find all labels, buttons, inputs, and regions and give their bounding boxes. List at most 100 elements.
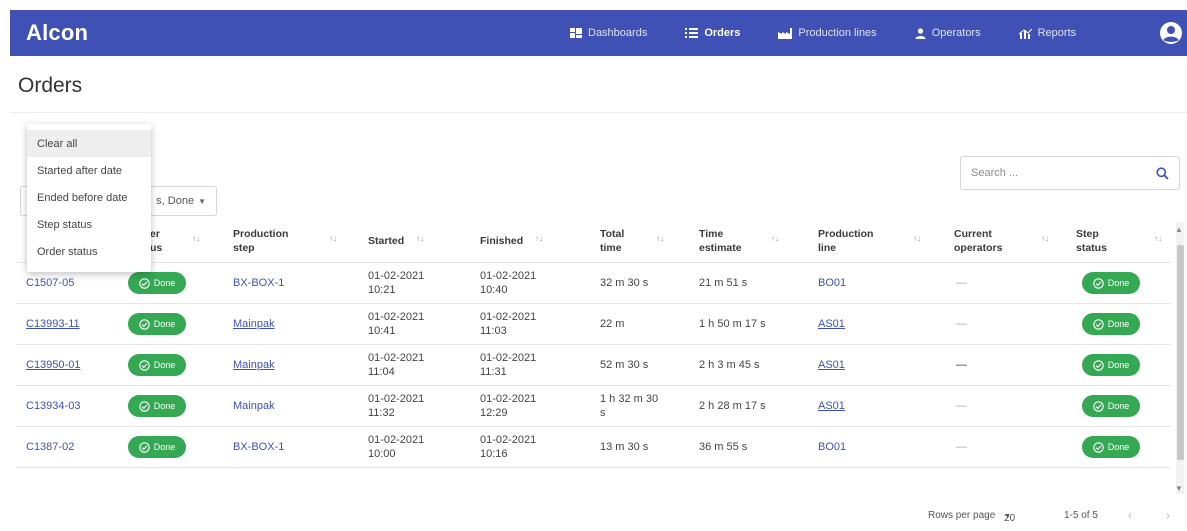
status-badge: Done xyxy=(128,354,186,376)
menu-item-started-after-date[interactable]: Started after date xyxy=(27,157,151,184)
chevron-down-icon: ▼ xyxy=(1004,513,1011,520)
check-circle-icon xyxy=(1092,441,1104,453)
scroll-up-icon[interactable]: ▲ xyxy=(1175,225,1183,234)
finished-cell: 01-02-2021 12:29 xyxy=(480,393,537,419)
main-nav: Dashboards Orders Production lines Opera… xyxy=(570,10,1114,56)
time-estimate-cell: 21 m 51 s xyxy=(699,277,748,289)
order-status-cell: Done xyxy=(128,304,186,344)
status-badge: Done xyxy=(1082,354,1140,376)
menu-item-order-status[interactable]: Order status xyxy=(27,238,151,265)
production-step-link[interactable]: BX-BOX-1 xyxy=(233,263,284,303)
total-time-cell: 32 m 30 s xyxy=(600,277,649,289)
total-time-cell: 22 m xyxy=(600,318,625,330)
col-order-status[interactable]: er us xyxy=(150,220,210,262)
order-number-link[interactable]: C1387-02 xyxy=(26,427,74,467)
pagination-range: 1-5 of 5 xyxy=(1064,510,1098,521)
sort-icon[interactable]: ↑↓ xyxy=(535,234,543,243)
chevron-down-icon: ▼ xyxy=(198,196,206,206)
status-badge-label: Done xyxy=(153,442,176,452)
factory-icon xyxy=(778,27,793,39)
sort-icon[interactable]: ↑↓ xyxy=(416,234,424,243)
nav-reports[interactable]: Reports xyxy=(1018,27,1076,39)
current-operators-cell: — xyxy=(956,318,967,330)
sort-icon[interactable]: ↑↓ xyxy=(329,234,337,243)
sort-icon[interactable]: ↑↓ xyxy=(771,234,779,243)
production-line-link[interactable]: BO01 xyxy=(818,263,846,303)
order-number-link[interactable]: C13950-01 xyxy=(26,345,80,385)
sort-icon[interactable]: ↑↓ xyxy=(913,234,921,243)
current-operators-cell: — xyxy=(956,359,967,371)
menu-item-step-status[interactable]: Step status xyxy=(27,211,151,238)
search-box[interactable] xyxy=(960,156,1180,190)
table-row[interactable]: C13950-01 Done Mainpak 01-02-2021 11:04 … xyxy=(16,345,1171,386)
time-estimate-cell: 2 h 28 m 17 s xyxy=(699,400,766,412)
finished-cell: 01-02-2021 10:40 xyxy=(480,270,537,296)
app-logo[interactable]: Alcon xyxy=(26,20,88,46)
col-production-line[interactable]: Production line xyxy=(818,220,898,262)
check-circle-icon xyxy=(1092,318,1104,330)
production-step-link[interactable]: Mainpak xyxy=(233,304,275,344)
nav-dashboards[interactable]: Dashboards xyxy=(570,27,647,39)
order-number-link[interactable]: C13993-11 xyxy=(26,304,80,344)
orders-table: er us ↑↓ Production step ↑↓ Started ↑↓ F… xyxy=(16,220,1171,468)
nav-orders-label: Orders xyxy=(704,27,741,39)
menu-item-clear-all[interactable]: Clear all xyxy=(27,130,151,157)
production-line-link[interactable]: AS01 xyxy=(818,345,845,385)
table-scrollbar-thumb[interactable] xyxy=(1177,245,1184,460)
production-line-link[interactable]: AS01 xyxy=(818,386,845,426)
col-finished[interactable]: Finished xyxy=(480,220,540,262)
current-operators-cell: — xyxy=(956,400,967,412)
table-row[interactable]: C13934-03 Done Mainpak 01-02-2021 11:32 … xyxy=(16,386,1171,427)
list-icon xyxy=(685,28,699,38)
status-badge: Done xyxy=(1082,395,1140,417)
search-icon[interactable] xyxy=(1156,166,1169,180)
sort-icon[interactable]: ↑↓ xyxy=(656,234,664,243)
started-cell: 01-02-2021 10:21 xyxy=(368,270,425,296)
previous-page-icon[interactable]: ‹ xyxy=(1128,508,1132,522)
col-time-estimate[interactable]: Time estimate xyxy=(699,220,769,262)
sort-icon[interactable]: ↑↓ xyxy=(1154,234,1162,243)
production-step-link[interactable]: Mainpak xyxy=(233,345,275,385)
search-input[interactable] xyxy=(971,167,1156,179)
header-divider xyxy=(10,112,1187,113)
next-page-icon[interactable]: › xyxy=(1166,508,1170,522)
table-row[interactable]: C13993-11 Done Mainpak 01-02-2021 10:41 … xyxy=(16,304,1171,345)
col-step-status[interactable]: Step status xyxy=(1076,220,1136,262)
production-step-link[interactable]: Mainpak xyxy=(233,386,275,426)
nav-operators[interactable]: Operators xyxy=(915,27,981,39)
step-status-cell: Done xyxy=(1082,304,1140,344)
table-row[interactable]: C1507-05 Done BX-BOX-1 01-02-2021 10:21 … xyxy=(16,263,1171,304)
status-badge-label: Done xyxy=(1107,319,1130,329)
nav-dashboards-label: Dashboards xyxy=(588,27,648,39)
nav-orders[interactable]: Orders xyxy=(685,27,740,39)
sort-icon[interactable]: ↑↓ xyxy=(192,234,200,243)
order-number-link[interactable]: C13934-03 xyxy=(26,386,80,426)
col-current-operators[interactable]: Current operators xyxy=(954,220,1034,262)
status-badge: Done xyxy=(128,313,186,335)
nav-production-lines[interactable]: Production lines xyxy=(778,27,877,39)
check-circle-icon xyxy=(138,441,150,453)
started-cell: 01-02-2021 11:32 xyxy=(368,393,425,419)
menu-item-ended-before-date[interactable]: Ended before date xyxy=(27,184,151,211)
table-row[interactable]: C1387-02 Done BX-BOX-1 01-02-2021 10:00 … xyxy=(16,427,1171,468)
col-total-time[interactable]: Total time xyxy=(600,220,660,262)
production-line-link[interactable]: AS01 xyxy=(818,304,845,344)
production-step-link[interactable]: BX-BOX-1 xyxy=(233,427,284,467)
order-status-cell: Done xyxy=(128,386,186,426)
started-cell: 01-02-2021 11:04 xyxy=(368,352,425,378)
account-circle-icon[interactable] xyxy=(1159,21,1183,45)
check-circle-icon xyxy=(138,359,150,371)
nav-operators-label: Operators xyxy=(931,27,981,39)
nav-production-lines-label: Production lines xyxy=(798,27,877,39)
total-time-cell: 13 m 30 s xyxy=(600,441,649,453)
col-production-step[interactable]: Production step xyxy=(233,220,313,262)
scroll-down-icon[interactable]: ▼ xyxy=(1175,484,1183,493)
sort-icon[interactable]: ↑↓ xyxy=(1041,234,1049,243)
status-badge-label: Done xyxy=(1107,442,1130,452)
rows-per-page-label: Rows per page xyxy=(928,510,996,521)
status-badge-label: Done xyxy=(1107,278,1130,288)
person-icon xyxy=(915,27,926,39)
production-line-link[interactable]: BO01 xyxy=(818,427,846,467)
check-circle-icon xyxy=(138,400,150,412)
finished-cell: 01-02-2021 10:16 xyxy=(480,434,537,460)
